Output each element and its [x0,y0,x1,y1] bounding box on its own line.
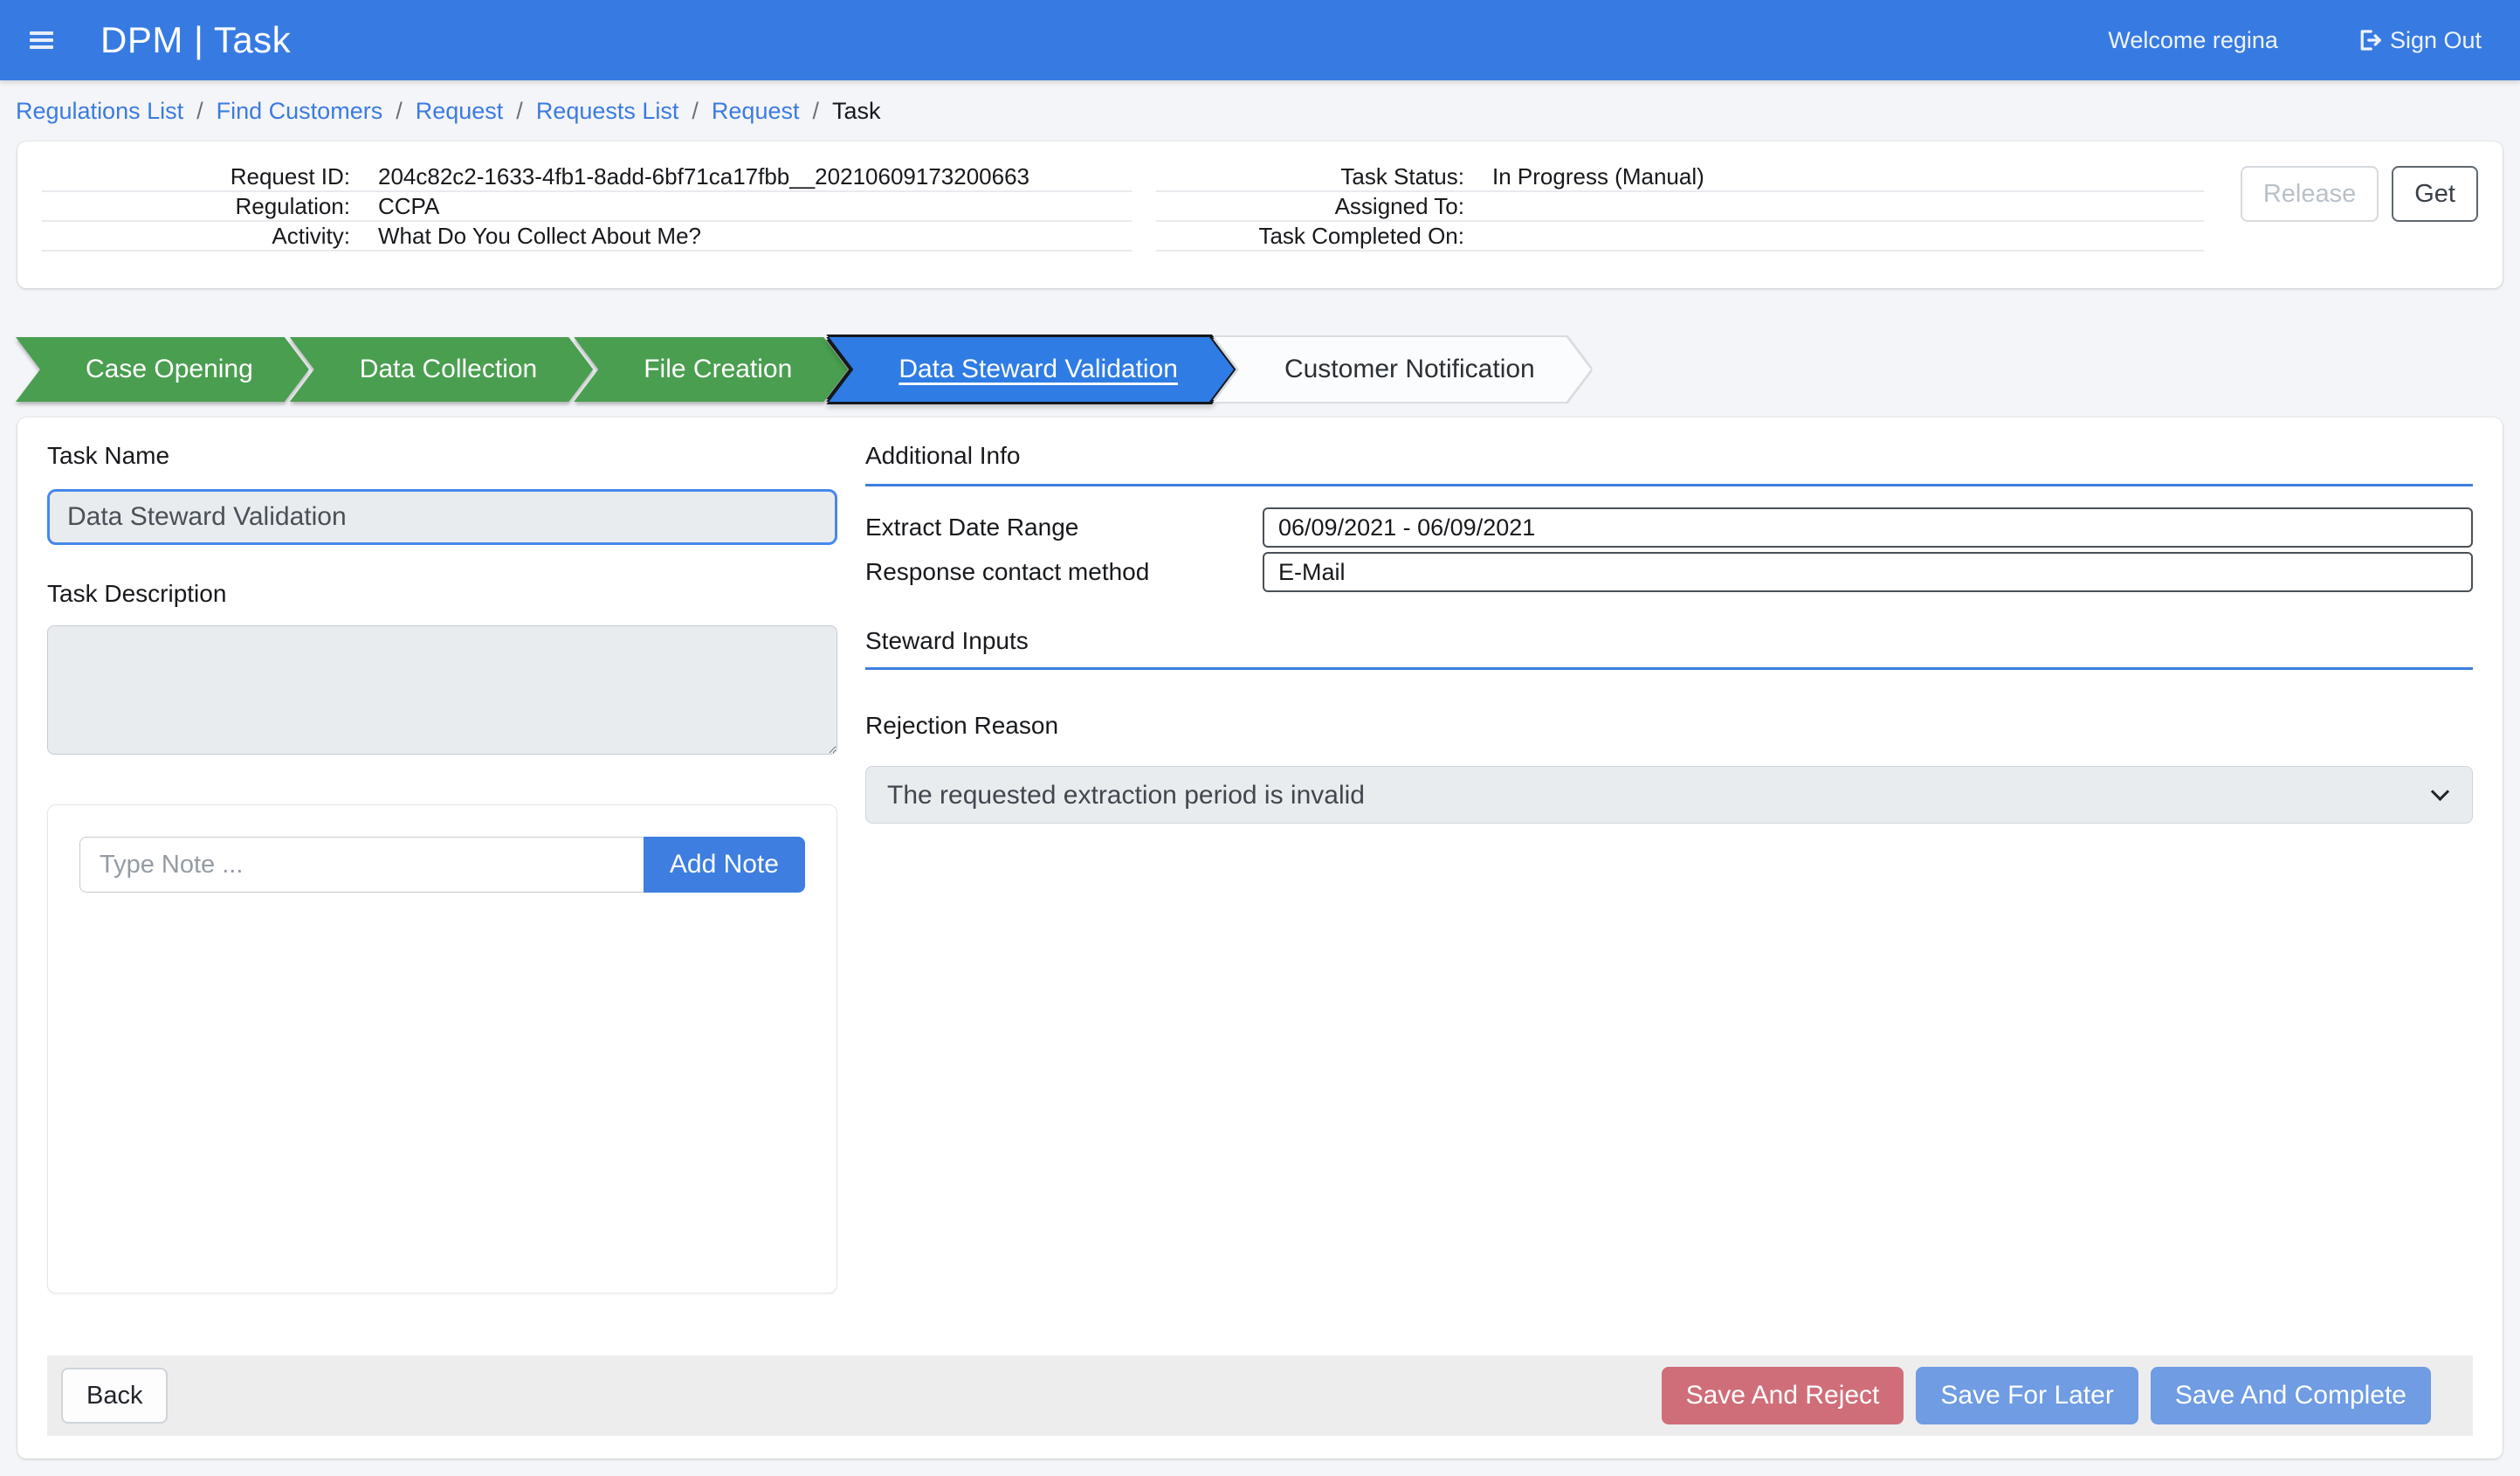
additional-info-heading: Additional Info [865,442,2473,470]
save-and-reject-button[interactable]: Save And Reject [1662,1367,1904,1424]
extract-date-range-label: Extract Date Range [865,514,1263,541]
note-input[interactable] [79,837,644,893]
task-detail-card: Task Name Task Description Add Note Addi… [17,417,2503,1459]
step-data-steward-validation[interactable]: Data Steward Validation [829,337,1234,402]
task-status-row: Task Status: In Progress (Manual) [1156,162,2204,192]
page-title: DPM | Task [100,19,291,61]
breadcrumb-separator: / [813,98,820,125]
request-id-value: 204c82c2-1633-4fb1-8add-6bf71ca17fbb__20… [378,163,1132,190]
request-info-left: Request ID: 204c82c2-1633-4fb1-8add-6bf7… [42,162,1140,271]
task-description-textarea[interactable] [47,625,837,755]
extract-date-range-input[interactable] [1263,507,2473,548]
regulation-value: CCPA [378,193,1132,220]
add-note-button[interactable]: Add Note [644,837,805,893]
workflow-steps: Case Opening Data Collection File Creati… [16,337,2503,402]
request-id-label: Request ID: [42,163,378,190]
breadcrumb-current-task: Task [832,98,881,125]
task-name-label: Task Name [47,442,837,470]
save-and-complete-button[interactable]: Save And Complete [2151,1367,2431,1424]
task-status-label: Task Status: [1156,163,1492,190]
save-for-later-button[interactable]: Save For Later [1916,1367,2138,1424]
step-case-opening[interactable]: Case Opening [16,337,309,402]
regulation-label: Regulation: [42,193,378,220]
steward-inputs-divider [865,667,2473,670]
activity-value: What Do You Collect About Me? [378,223,1132,250]
task-completed-on-label: Task Completed On: [1156,223,1492,250]
request-info-card: Request ID: 204c82c2-1633-4fb1-8add-6bf7… [17,141,2503,288]
breadcrumb-request-2[interactable]: Request [712,98,800,125]
sign-out-label: Sign Out [2390,27,2482,54]
menu-icon[interactable] [26,26,57,54]
steward-inputs-heading: Steward Inputs [865,627,2473,655]
back-button[interactable]: Back [61,1368,168,1424]
regulation-row: Regulation: CCPA [42,192,1132,222]
app-header: DPM | Task Welcome regina Sign Out [0,0,2520,80]
welcome-text: Welcome regina [2108,27,2278,54]
assigned-to-label: Assigned To: [1156,193,1492,220]
breadcrumb-regulations-list[interactable]: Regulations List [16,98,183,125]
request-id-row: Request ID: 204c82c2-1633-4fb1-8add-6bf7… [42,162,1132,192]
sign-out-icon [2357,27,2383,53]
task-status-value: In Progress (Manual) [1492,163,2204,190]
sign-out-button[interactable]: Sign Out [2357,27,2482,54]
breadcrumb-requests-list[interactable]: Requests List [536,98,679,125]
response-contact-method-label: Response contact method [865,558,1263,586]
breadcrumb: Regulations List / Find Customers / Requ… [0,80,2520,141]
breadcrumb-request[interactable]: Request [416,98,504,125]
response-contact-method-input[interactable] [1263,552,2473,592]
task-name-input[interactable] [47,489,837,545]
assigned-to-row: Assigned To: [1156,192,2204,222]
step-data-collection[interactable]: Data Collection [290,337,593,402]
get-button[interactable]: Get [2392,166,2478,222]
request-info-right: Task Status: In Progress (Manual) Assign… [1156,162,2213,271]
rejection-reason-select[interactable]: The requested extraction period is inval… [865,766,2473,824]
task-description-label: Task Description [47,580,837,608]
task-footer: Back Save And Reject Save For Later Save… [47,1355,2473,1436]
breadcrumb-separator: / [516,98,523,125]
rejection-reason-label: Rejection Reason [865,712,2473,740]
additional-info-divider [865,484,2473,486]
notes-panel: Add Note [47,804,837,1293]
step-customer-notification[interactable]: Customer Notification [1215,337,1591,402]
task-completed-on-row: Task Completed On: [1156,222,2204,252]
activity-row: Activity: What Do You Collect About Me? [42,222,1132,252]
step-file-creation[interactable]: File Creation [574,337,848,402]
breadcrumb-separator: / [692,98,699,125]
activity-label: Activity: [42,223,378,250]
breadcrumb-separator: / [396,98,403,125]
breadcrumb-find-customers[interactable]: Find Customers [217,98,383,125]
release-button[interactable]: Release [2241,166,2379,222]
breadcrumb-separator: / [196,98,203,125]
